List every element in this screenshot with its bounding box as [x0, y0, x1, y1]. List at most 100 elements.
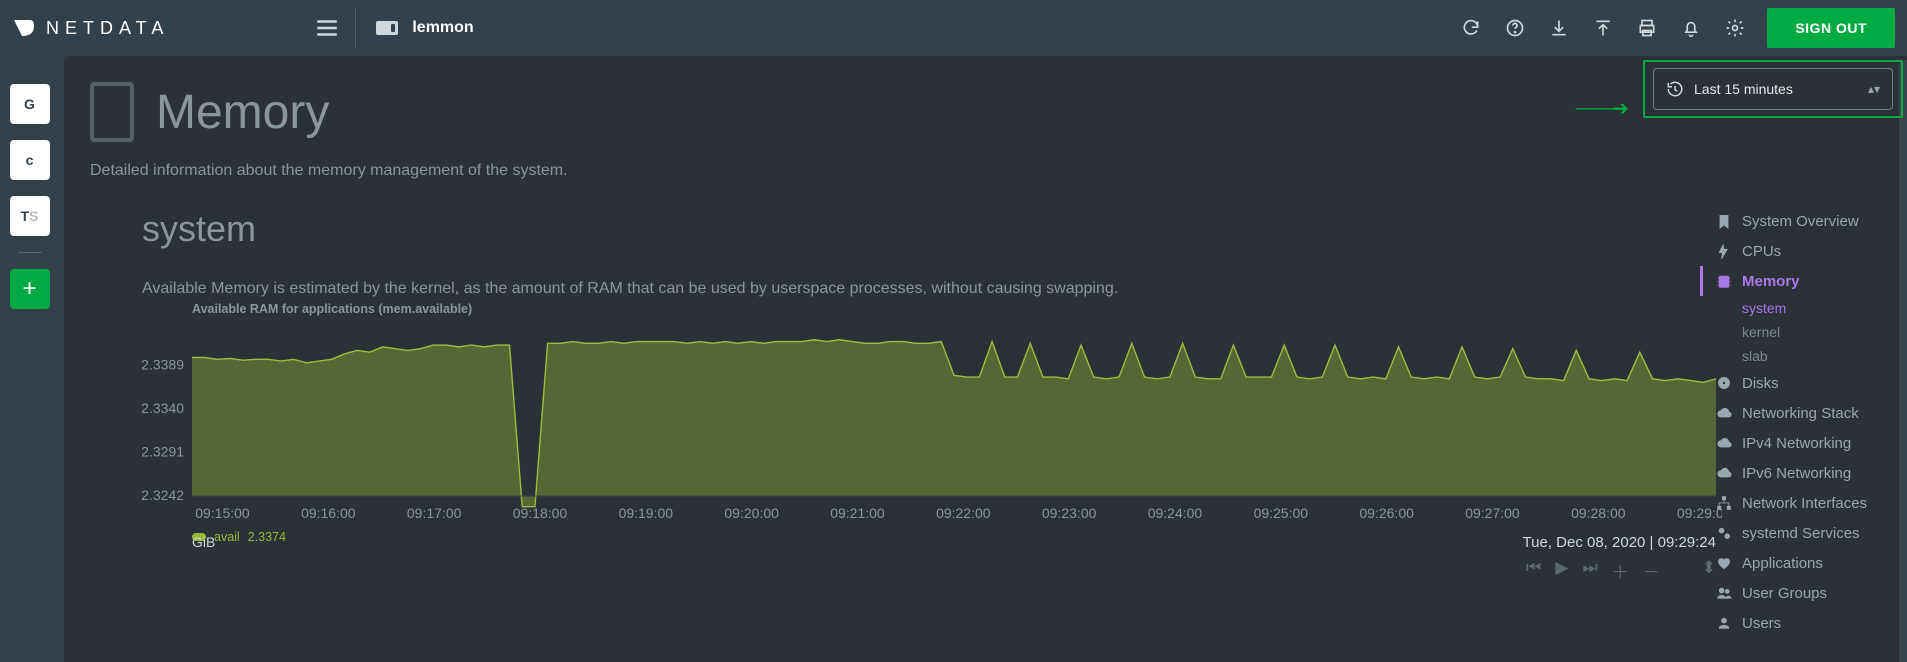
cloud-icon — [1716, 465, 1732, 481]
memory-icon — [90, 82, 134, 142]
heart-icon — [1716, 555, 1732, 571]
app-header: NETDATA lemmon SIGN OUT — [0, 0, 1907, 56]
refresh-icon — [1461, 18, 1481, 38]
settings-button[interactable] — [1713, 0, 1757, 56]
alerts-button[interactable] — [1669, 0, 1713, 56]
svg-text:09:15:00: 09:15:00 — [195, 505, 250, 521]
section-description: Available Memory is estimated by the ker… — [142, 280, 1342, 298]
users-icon — [1716, 585, 1732, 601]
legend-label: avail — [214, 530, 240, 544]
download-icon — [1549, 18, 1569, 38]
svg-text:09:27:00: 09:27:00 — [1465, 505, 1520, 521]
rail-separator — [18, 252, 42, 253]
nav-sub-system[interactable]: system — [1710, 296, 1905, 320]
nav-item-ipv6-networking[interactable]: IPv6 Networking — [1710, 458, 1905, 488]
chart-zoomin-icon[interactable]: ＋ — [1612, 558, 1629, 583]
chart-toolbar: ⏮ ▶ ⏭ ＋ － ⬍ — [1526, 558, 1716, 583]
memory-icon — [1716, 273, 1732, 289]
nav-item-users[interactable]: Users — [1710, 608, 1905, 638]
upload-icon — [1593, 18, 1613, 38]
nav-item-network-interfaces[interactable]: Network Interfaces — [1710, 488, 1905, 518]
svg-text:09:23:00: 09:23:00 — [1042, 505, 1097, 521]
svg-text:09:28:00: 09:28:00 — [1571, 505, 1626, 521]
svg-text:09:24:00: 09:24:00 — [1148, 505, 1203, 521]
content-area: Memory Detailed information about the me… — [64, 56, 1907, 572]
svg-text:09:22:00: 09:22:00 — [936, 505, 991, 521]
svg-text:09:18:00: 09:18:00 — [513, 505, 568, 521]
history-icon — [1666, 80, 1684, 98]
refresh-button[interactable] — [1449, 0, 1493, 56]
brand[interactable]: NETDATA — [12, 16, 169, 40]
sitemap-icon — [1716, 495, 1732, 511]
chevron-updown-icon: ▴▾ — [1868, 82, 1880, 96]
chart-play-icon[interactable]: ▶ — [1555, 558, 1568, 583]
help-button[interactable] — [1493, 0, 1537, 56]
server-icon — [376, 21, 398, 35]
print-button[interactable] — [1625, 0, 1669, 56]
svg-text:2.3340: 2.3340 — [142, 400, 184, 416]
chart-canvas[interactable]: 2.32422.32912.33402.338909:15:0009:16:00… — [142, 316, 1722, 526]
timepicker-label: Last 15 minutes — [1694, 81, 1793, 97]
nav-item-networking-stack[interactable]: Networking Stack — [1710, 398, 1905, 428]
rail-btn-ts[interactable]: TS — [10, 196, 50, 236]
chart-forward-icon[interactable]: ⏭ — [1582, 558, 1597, 583]
node-selector[interactable]: lemmon — [376, 19, 473, 37]
nav-item-ipv4-networking[interactable]: IPv4 Networking — [1710, 428, 1905, 458]
right-nav: System OverviewCPUsMemorysystemkernelsla… — [1710, 206, 1905, 638]
download-button[interactable] — [1537, 0, 1581, 56]
chart-timestamp: Tue, Dec 08, 2020 | 09:29:24 — [1523, 534, 1716, 551]
chart-title: Available RAM for applications (mem.avai… — [142, 302, 1722, 316]
svg-text:09:21:00: 09:21:00 — [830, 505, 885, 521]
nav-item-user-groups[interactable]: User Groups — [1710, 578, 1905, 608]
nav-sub-slab[interactable]: slab — [1710, 344, 1905, 368]
menu-icon — [314, 15, 340, 41]
gears-icon — [1716, 525, 1732, 541]
timepicker[interactable]: Last 15 minutes ▴▾ — [1653, 68, 1893, 110]
chart-unit: GiB — [192, 534, 215, 550]
signout-button[interactable]: SIGN OUT — [1767, 8, 1895, 48]
chart-rewind-icon[interactable]: ⏮ — [1526, 558, 1541, 583]
nav-item-disks[interactable]: Disks — [1710, 368, 1905, 398]
chart-available-ram: Available RAM for applications (mem.avai… — [142, 302, 1722, 572]
chart-zoomout-icon[interactable]: － — [1643, 558, 1660, 583]
nav-item-cpus[interactable]: CPUs — [1710, 236, 1905, 266]
page-title: Memory — [156, 85, 329, 140]
plus-icon: + — [22, 275, 36, 303]
upload-button[interactable] — [1581, 0, 1625, 56]
chart-legend[interactable]: avail 2.3374 — [192, 530, 1722, 544]
help-icon — [1505, 18, 1525, 38]
brand-text: NETDATA — [46, 18, 169, 39]
nav-item-systemd-services[interactable]: systemd Services — [1710, 518, 1905, 548]
svg-text:09:19:00: 09:19:00 — [619, 505, 674, 521]
arrow-annotation: ───➔ — [1576, 96, 1627, 121]
node-name: lemmon — [412, 19, 473, 37]
nav-item-applications[interactable]: Applications — [1710, 548, 1905, 578]
nav-sub-kernel[interactable]: kernel — [1710, 320, 1905, 344]
nav-item-system-overview[interactable]: System Overview — [1710, 206, 1905, 236]
signout-label: SIGN OUT — [1795, 20, 1867, 36]
bolt-icon — [1716, 243, 1732, 259]
svg-text:09:17:00: 09:17:00 — [407, 505, 462, 521]
svg-text:2.3389: 2.3389 — [142, 357, 184, 373]
print-icon — [1637, 18, 1657, 38]
svg-text:2.3242: 2.3242 — [142, 487, 184, 503]
rail-btn-g[interactable]: G — [10, 84, 50, 124]
svg-text:2.3291: 2.3291 — [142, 444, 184, 460]
disk-icon — [1716, 375, 1732, 391]
svg-text:09:26:00: 09:26:00 — [1359, 505, 1414, 521]
nav-item-memory[interactable]: Memory — [1710, 266, 1905, 296]
hamburger-menu[interactable] — [299, 0, 355, 56]
page-subtitle: Detailed information about the memory ma… — [90, 162, 1873, 180]
user-icon — [1716, 615, 1732, 631]
svg-text:09:25:00: 09:25:00 — [1254, 505, 1309, 521]
cloud-icon — [1716, 405, 1732, 421]
legend-value: 2.3374 — [248, 530, 286, 544]
rail-btn-c[interactable]: c — [10, 140, 50, 180]
main-panel: ───➔ Last 15 minutes ▴▾ Memory Detailed … — [64, 56, 1907, 662]
add-button[interactable]: + — [10, 269, 50, 309]
left-rail: G c TS + — [0, 56, 59, 662]
bookmark-icon — [1716, 213, 1732, 229]
svg-text:09:20:00: 09:20:00 — [724, 505, 779, 521]
section-title: system — [142, 208, 1873, 250]
bell-icon — [1681, 18, 1701, 38]
